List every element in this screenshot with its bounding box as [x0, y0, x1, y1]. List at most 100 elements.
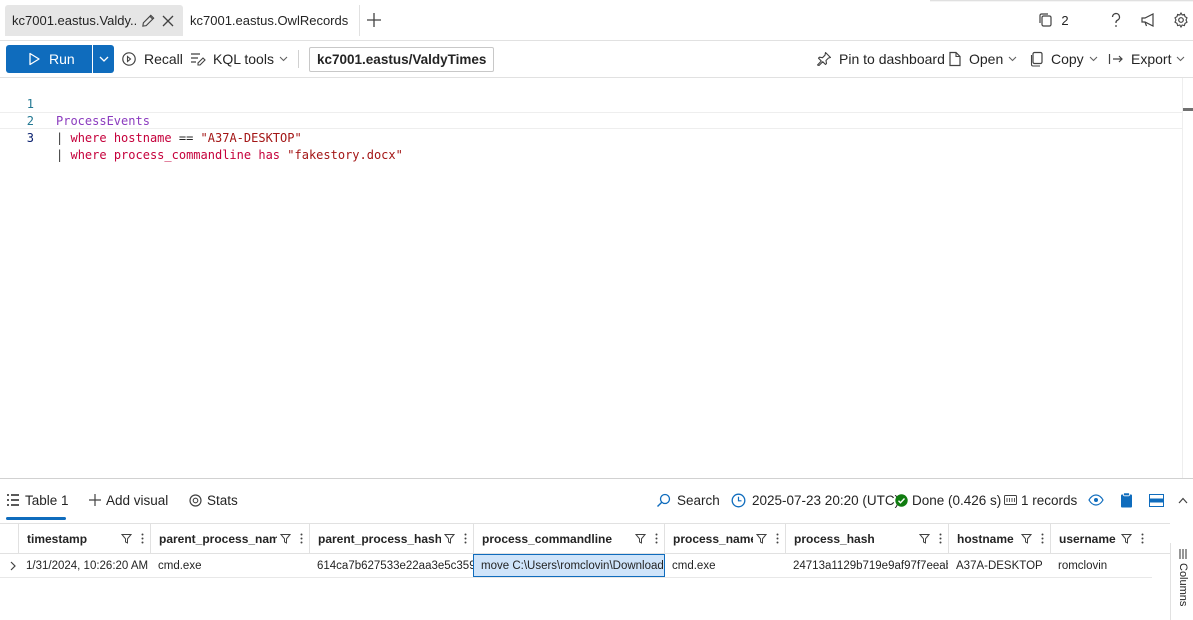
records-count: 1 records: [1004, 489, 1077, 511]
line-number: 3: [26, 131, 34, 145]
eye-icon[interactable]: [1085, 489, 1107, 511]
filter-icon[interactable]: [753, 533, 769, 544]
open-button[interactable]: Open: [948, 45, 1017, 73]
filter-icon[interactable]: [1018, 533, 1034, 544]
tab-owlrecords[interactable]: kc7001.eastus.OwlRecords: [183, 5, 359, 36]
gear-icon[interactable]: [1170, 8, 1192, 32]
recall-label: Recall: [144, 51, 183, 67]
top-shadow: [930, 0, 1193, 2]
more-options-icon[interactable]: [932, 533, 948, 544]
layout-split-icon[interactable]: [1145, 489, 1167, 511]
open-queries-count: 2: [1061, 12, 1069, 28]
column-header-hostname[interactable]: hostname: [948, 524, 1050, 553]
feedback-icon[interactable]: [1138, 8, 1160, 32]
column-header-username[interactable]: username: [1050, 524, 1150, 553]
tab-table-1[interactable]: Table 1: [6, 489, 69, 511]
column-header-timestamp[interactable]: timestamp: [18, 524, 150, 553]
cell-process-name[interactable]: cmd.exe: [664, 554, 785, 577]
cell-process-commandline[interactable]: move C:\Users\romclovin\Downloads\: [473, 554, 665, 577]
run-label: Run: [49, 51, 75, 67]
chevron-down-icon: [1008, 56, 1017, 62]
add-tab-button[interactable]: [362, 8, 386, 32]
filter-icon[interactable]: [277, 533, 293, 544]
search-button[interactable]: Search: [656, 489, 720, 511]
columns-side-panel: Columns: [1170, 543, 1193, 620]
editor-line-current[interactable]: 3 | where process_commandline has "fakes…: [0, 112, 1182, 162]
comparison-token: has: [258, 148, 281, 162]
more-options-icon[interactable]: [769, 533, 785, 544]
filter-icon[interactable]: [118, 533, 134, 544]
open-queries-button[interactable]: 2: [1036, 8, 1070, 32]
column-header-process-hash[interactable]: process_hash: [785, 524, 948, 553]
run-button[interactable]: Run: [6, 45, 92, 73]
recall-button[interactable]: Recall: [121, 45, 183, 73]
column-header-process-name[interactable]: process_name: [664, 524, 785, 553]
stats-button[interactable]: Stats: [189, 489, 238, 511]
cell-process-hash[interactable]: 24713a1129b719e9af97f7eeab6f: [785, 554, 948, 577]
cell-parent-process-name[interactable]: cmd.exe: [150, 554, 309, 577]
records-text: 1 records: [1021, 492, 1078, 508]
more-options-icon[interactable]: [293, 533, 309, 544]
query-editor[interactable]: 1 ProcessEvents 2 | where hostname == "A…: [0, 78, 1193, 478]
kql-tools-icon: [190, 52, 206, 66]
plus-icon: [89, 494, 101, 506]
pencil-icon[interactable]: [140, 13, 156, 29]
results-toolbar: Table 1 Add visual Stats Search 2025-07-…: [0, 479, 1193, 520]
more-options-icon[interactable]: [457, 533, 473, 544]
run-options-button[interactable]: [93, 45, 114, 73]
editor-scrollbar[interactable]: [1182, 78, 1193, 478]
more-options-icon[interactable]: [134, 533, 150, 544]
column-header-process-commandline[interactable]: process_commandline: [473, 524, 664, 553]
tab-valdytimes[interactable]: kc7001.eastus.Valdy...: [5, 5, 183, 36]
column-header-parent-process-hash[interactable]: parent_process_hash: [309, 524, 473, 553]
editor-line[interactable]: 2 | where hostname == "A37A-DESKTOP": [0, 96, 1182, 145]
export-button[interactable]: Export: [1108, 45, 1185, 73]
chevron-down-icon: [1089, 56, 1098, 62]
kql-tools-button[interactable]: KQL tools: [190, 45, 288, 73]
clock-icon: [731, 493, 746, 508]
pin-to-dashboard-button[interactable]: Pin to dashboard: [816, 45, 945, 73]
filter-icon[interactable]: [441, 533, 457, 544]
grid-header: timestamp parent_process_name parent_pro…: [0, 523, 1170, 554]
close-icon[interactable]: [160, 13, 176, 29]
database-scope-selector[interactable]: kc7001.eastus/ValdyTimes: [309, 47, 495, 72]
copies-icon: [1039, 13, 1052, 27]
chevron-down-icon: [279, 56, 288, 62]
more-options-icon[interactable]: [648, 533, 664, 544]
more-options-icon[interactable]: [1134, 533, 1150, 544]
filter-icon[interactable]: [1118, 533, 1134, 544]
add-visual-label: Add visual: [106, 492, 169, 508]
filter-icon[interactable]: [916, 533, 932, 544]
cell-timestamp[interactable]: 1/31/2024, 10:26:20 AM: [18, 554, 150, 577]
column-header-parent-process-name[interactable]: parent_process_name: [150, 524, 309, 553]
operator-token: where: [70, 131, 107, 145]
history-icon: [121, 51, 137, 67]
table-row[interactable]: 1/31/2024, 10:26:20 AM cmd.exe 614ca7b62…: [0, 554, 1152, 578]
more-options-icon[interactable]: [1034, 533, 1050, 544]
tab-divider: [359, 5, 360, 36]
cell-username[interactable]: romclovin: [1050, 554, 1150, 577]
column-token: hostname: [113, 131, 172, 145]
search-label: Search: [677, 492, 720, 508]
columns-panel-button[interactable]: Columns: [1172, 543, 1193, 620]
add-visual-button[interactable]: Add visual: [89, 489, 168, 511]
filter-icon[interactable]: [632, 533, 648, 544]
command-bar: Run Recall KQL tools kc7001.eastus/Valdy…: [0, 41, 1193, 78]
cell-hostname[interactable]: A37A-DESKTOP: [948, 554, 1050, 577]
open-label: Open: [969, 51, 1004, 67]
cell-parent-process-hash[interactable]: 614ca7b627533e22aa3e5c35946: [309, 554, 473, 577]
code-text: | where process_commandline has "fakesto…: [56, 147, 403, 164]
code-text: | where hostname == "A37A-DESKTOP": [56, 130, 302, 147]
chevron-up-icon[interactable]: [1172, 489, 1193, 511]
editor-line[interactable]: 1 ProcessEvents: [0, 79, 1182, 128]
pin-icon: [816, 51, 832, 67]
query-tab-strip: kc7001.eastus.Valdy... kc7001.eastus.Owl…: [0, 0, 1193, 41]
clipboard-icon[interactable]: [1115, 489, 1137, 511]
help-icon[interactable]: [1106, 8, 1126, 32]
kql-tools-label: KQL tools: [213, 51, 274, 67]
copy-button[interactable]: Copy: [1030, 45, 1098, 73]
query-timestamp: 2025-07-23 20:20 (UTC): [731, 489, 899, 511]
query-status: Done (0.426 s): [895, 489, 1001, 511]
document-icon: [948, 51, 962, 67]
columns-icon: [1179, 549, 1187, 559]
